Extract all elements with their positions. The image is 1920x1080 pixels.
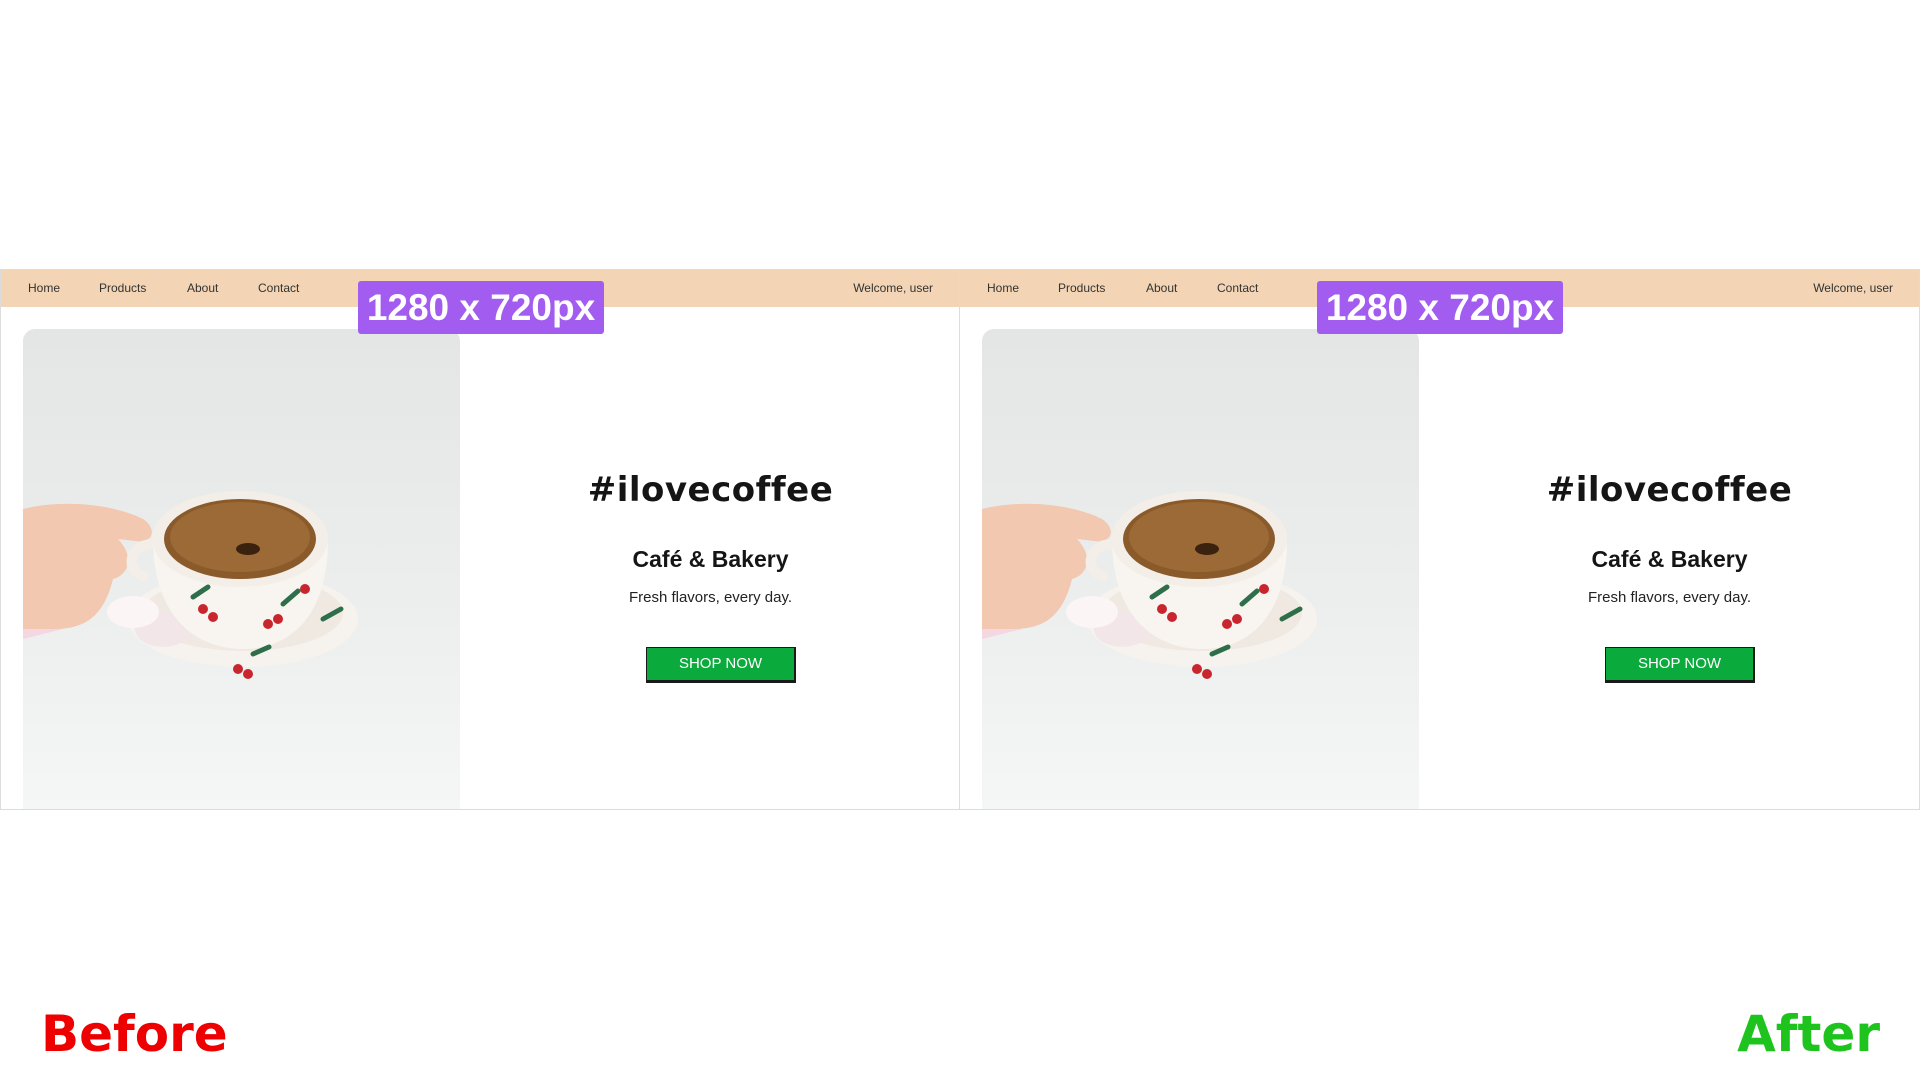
- nav-link-home[interactable]: Home: [987, 281, 1019, 295]
- coffee-cup-illustration: [23, 491, 358, 679]
- hero-tagline: Fresh flavors, every day.: [1587, 589, 1752, 606]
- after-caption: After: [1737, 1005, 1880, 1063]
- hero-text-block: #ilovecoffee Café & Bakery Fresh flavors…: [460, 270, 959, 809]
- shop-now-button[interactable]: SHOP NOW: [1605, 647, 1755, 683]
- viewport-size-badge: 1280 x 720px: [358, 281, 604, 334]
- coffee-cup-photo: [23, 329, 460, 809]
- nav-link-about[interactable]: About: [187, 281, 218, 295]
- viewport-size-badge: 1280 x 720px: [1317, 281, 1563, 334]
- nav-link-contact[interactable]: Contact: [1217, 281, 1258, 295]
- nav-link-contact[interactable]: Contact: [258, 281, 299, 295]
- coffee-cup-photo: [982, 329, 1419, 809]
- coffee-cup-illustration: [982, 491, 1317, 679]
- before-caption: Before: [41, 1005, 228, 1063]
- after-screenshot-panel: Home Products About Contact Welcome, use…: [960, 269, 1920, 810]
- nav-link-products[interactable]: Products: [99, 281, 146, 295]
- nav-link-products[interactable]: Products: [1058, 281, 1105, 295]
- hero-subtitle: Café & Bakery: [632, 546, 789, 572]
- hero-subtitle: Café & Bakery: [1591, 546, 1748, 572]
- hero-hashtag: #ilovecoffee: [587, 470, 834, 510]
- shop-now-button[interactable]: SHOP NOW: [646, 647, 796, 683]
- hero-tagline: Fresh flavors, every day.: [628, 589, 793, 606]
- nav-link-home[interactable]: Home: [28, 281, 60, 295]
- nav-link-about[interactable]: About: [1146, 281, 1177, 295]
- before-screenshot-panel: Home Products About Contact Welcome, use…: [0, 269, 960, 810]
- hero-hashtag: #ilovecoffee: [1546, 470, 1793, 510]
- hero-text-block: #ilovecoffee Café & Bakery Fresh flavors…: [1419, 270, 1919, 809]
